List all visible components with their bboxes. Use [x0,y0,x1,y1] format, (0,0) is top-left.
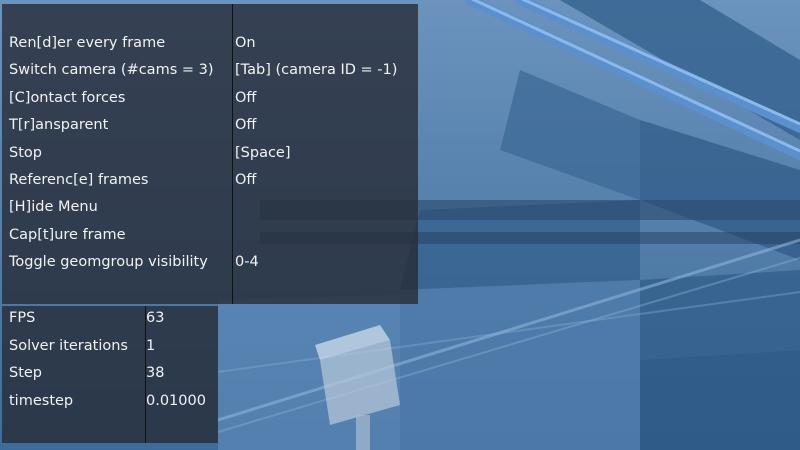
stat-label: timestep [9,393,74,409]
menu-label: Toggle geomgroup visibility [9,254,208,270]
menu-label: [C]ontact forces [9,90,126,106]
menu-divider [232,4,233,304]
menu-label: T[r]ansparent [9,117,109,133]
menu-value: 0-4 [235,254,259,270]
menu-value: Off [235,117,257,133]
stat-value: 63 [146,310,165,326]
stat-label: FPS [9,310,36,326]
menu-label: Ren[d]er every frame [9,35,166,51]
floor-tile [640,350,800,450]
menu-value: [Tab] (camera ID = -1) [235,62,398,78]
menu-value: [Space] [235,145,291,161]
stat-label: Solver iterations [9,338,128,354]
stats-panel: FPS 63 Solver iterations 1 Step 38 times… [2,306,218,443]
menu-label: [H]ide Menu [9,199,98,215]
menu-label: Stop [9,145,42,161]
stat-label: Step [9,365,43,381]
stat-value: 0.01000 [146,393,206,409]
menu-label: Cap[t]ure frame [9,227,126,243]
menu-label: Referenc[e] frames [9,172,149,188]
floor-tile [400,280,640,450]
cube-leg [356,415,370,450]
menu-value: Off [235,90,257,106]
menu-value: Off [235,172,257,188]
menu-value: On [235,35,256,51]
menu-panel: Ren[d]er every frame On Switch camera (#… [2,4,418,304]
menu-label: Switch camera (#cams = 3) [9,62,214,78]
stat-value: 1 [146,338,156,354]
stat-value: 38 [146,365,165,381]
